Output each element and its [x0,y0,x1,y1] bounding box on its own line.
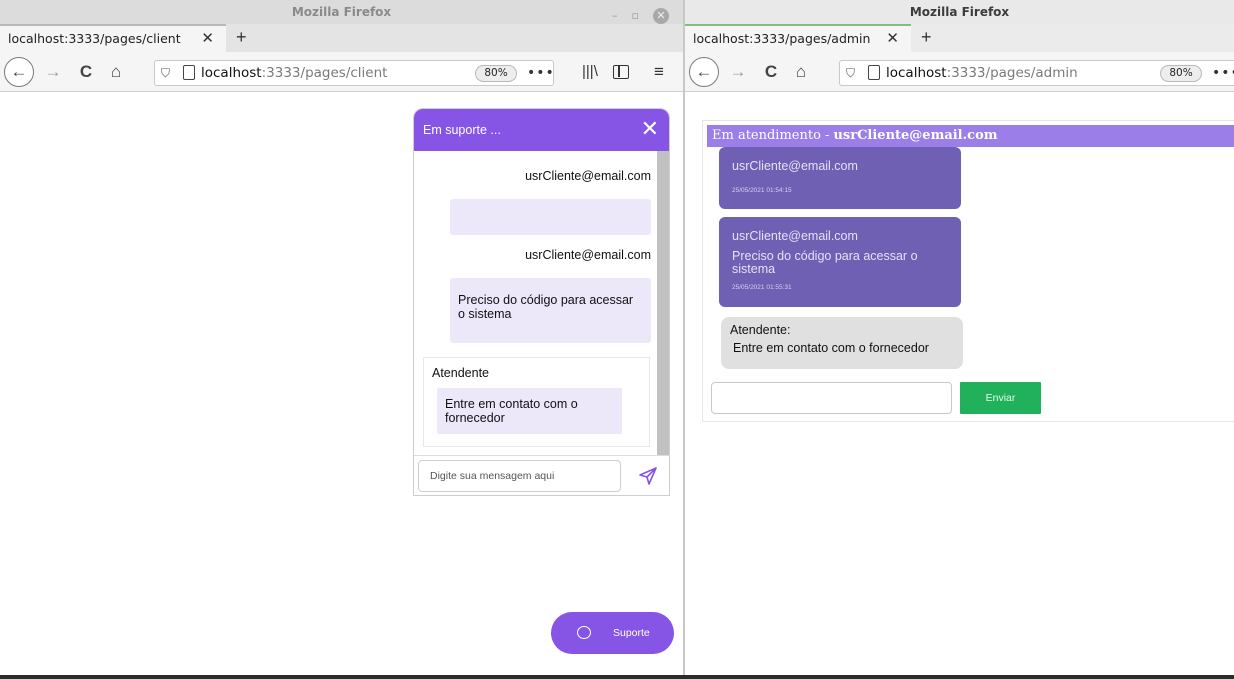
client-page: Em suporte ... ✕ usrCliente@email.com us… [0,92,683,675]
reply-input[interactable] [711,382,952,414]
tab-close-icon[interactable]: ✕ [886,26,899,51]
tab-strip: localhost:3333/pages/admin ✕ + [685,24,1234,52]
page-icon [183,65,195,80]
home-icon[interactable]: ⌂ [104,60,128,84]
forward-arrow-icon[interactable]: → [728,60,748,84]
window-titlebar: Mozilla Firefox [685,0,1234,24]
message-timestamp: 25/05/2021 01:54:15 [732,187,792,194]
close-window-icon[interactable]: ✕ [653,8,669,24]
message-sender: usrCliente@email.com [525,169,651,183]
taskbar-edge [0,675,1234,679]
tab-strip: localhost:3333/pages/client ✕ + [0,24,683,52]
message-bubble: Preciso do código para acessar o sistema [450,278,651,343]
window-title: Mozilla Firefox [291,5,392,19]
close-icon[interactable]: ✕ [641,109,659,149]
client-message: usrCliente@email.com Preciso do código p… [719,217,961,307]
tab-admin[interactable]: localhost:3333/pages/admin ✕ [685,24,911,52]
zoom-badge[interactable]: 80% [475,65,517,82]
header-email: usrCliente@email.com [833,128,998,143]
back-arrow-icon[interactable]: ← [4,57,34,87]
url-bar[interactable]: ⛉ localhost:3333/pages/admin 80% ••• [839,60,1234,86]
hamburger-menu-icon[interactable]: ≡ [654,60,664,84]
url-host: localhost [201,65,262,81]
url-path: :3333/pages/client [261,65,388,81]
client-message: usrCliente@email.com 25/05/2021 01:54:15 [719,147,961,209]
url-text: localhost:3333/pages/client [201,61,387,85]
reload-icon[interactable]: C [760,60,782,84]
header-prefix: Em atendimento - [712,128,830,143]
admin-chat-header: Em atendimento - usrCliente@email.com [707,125,1234,147]
support-chat-widget: Em suporte ... ✕ usrCliente@email.com us… [413,108,670,496]
page-actions-icon[interactable]: ••• [527,61,555,85]
url-text: localhost:3333/pages/admin [886,61,1078,85]
message-bubble: Entre em contato com o fornecedor [437,388,622,434]
tab-close-icon[interactable]: ✕ [201,26,214,51]
message-sender: usrCliente@email.com [732,159,858,173]
message-input[interactable]: Digite sua mensagem aqui [418,460,621,492]
message-sender: usrCliente@email.com [525,248,651,262]
url-host: localhost [886,65,947,81]
chat-header: Em suporte ... ✕ [414,109,669,151]
forward-arrow-icon[interactable]: → [43,60,63,84]
reload-icon[interactable]: C [75,60,97,84]
navigation-toolbar: ← → C ⌂ ⛉ localhost:3333/pages/client 80… [0,52,683,92]
url-bar[interactable]: ⛉ localhost:3333/pages/client 80% ••• [154,60,554,86]
chat-scrollbar[interactable] [657,151,669,457]
agent-reply: Atendente: Entre em contato com o fornec… [721,317,963,369]
window-title: Mozilla Firefox [909,5,1010,19]
user-message: usrCliente@email.com Preciso do código p… [450,248,651,343]
shield-icon[interactable]: ⛉ [161,61,170,85]
admin-chat-panel: Em atendimento - usrCliente@email.com usr… [702,120,1234,422]
send-button[interactable]: Enviar [960,382,1041,414]
desktop: Mozilla Firefox – ▫ ✕ localhost:3333/pag… [0,0,1234,679]
message-text: Preciso do código para acessar o sistema [732,249,918,276]
chat-input-row: Digite sua mensagem aqui [414,455,669,495]
page-icon [868,65,880,80]
back-arrow-icon[interactable]: ← [689,57,719,87]
chat-bubble-icon [577,626,591,639]
shield-icon[interactable]: ⛉ [846,61,855,85]
chat-messages: usrCliente@email.com usrCliente@email.co… [414,151,659,457]
navigation-toolbar: ← → C ⌂ ⛉ localhost:3333/pages/admin 80%… [685,52,1234,92]
tab-label: localhost:3333/pages/admin [693,31,871,46]
message-bubble [450,199,651,235]
admin-page: Em atendimento - usrCliente@email.com usr… [685,92,1234,675]
client-browser-window: Mozilla Firefox – ▫ ✕ localhost:3333/pag… [0,0,683,679]
message-timestamp: 25/05/2021 01:55:31 [732,284,792,291]
zoom-badge[interactable]: 80% [1160,65,1202,82]
send-icon[interactable] [638,466,658,486]
new-tab-icon[interactable]: + [921,24,932,50]
home-icon[interactable]: ⌂ [789,60,813,84]
url-path: :3333/pages/admin [946,65,1078,81]
admin-browser-window: Mozilla Firefox localhost:3333/pages/adm… [685,0,1234,679]
page-actions-icon[interactable]: ••• [1212,61,1234,85]
agent-message: Atendente Entre em contato com o fornece… [423,357,650,447]
support-button[interactable]: Suporte [551,612,674,654]
user-message: usrCliente@email.com [450,169,651,235]
support-button-label: Suporte [613,627,650,639]
tab-label: localhost:3333/pages/client [8,31,181,46]
window-titlebar: Mozilla Firefox – ▫ ✕ [0,0,683,24]
sidebar-icon[interactable] [613,65,629,79]
tab-client[interactable]: localhost:3333/pages/client ✕ [0,24,226,52]
chat-header-title: Em suporte ... [423,123,501,137]
library-icon[interactable]: |||\ [582,60,598,84]
message-sender: Atendente [432,366,489,380]
new-tab-icon[interactable]: + [236,24,247,50]
reply-text: Entre em contato com o fornecedor [733,341,929,355]
reply-sender: Atendente: [730,323,791,337]
message-sender: usrCliente@email.com [732,229,858,243]
